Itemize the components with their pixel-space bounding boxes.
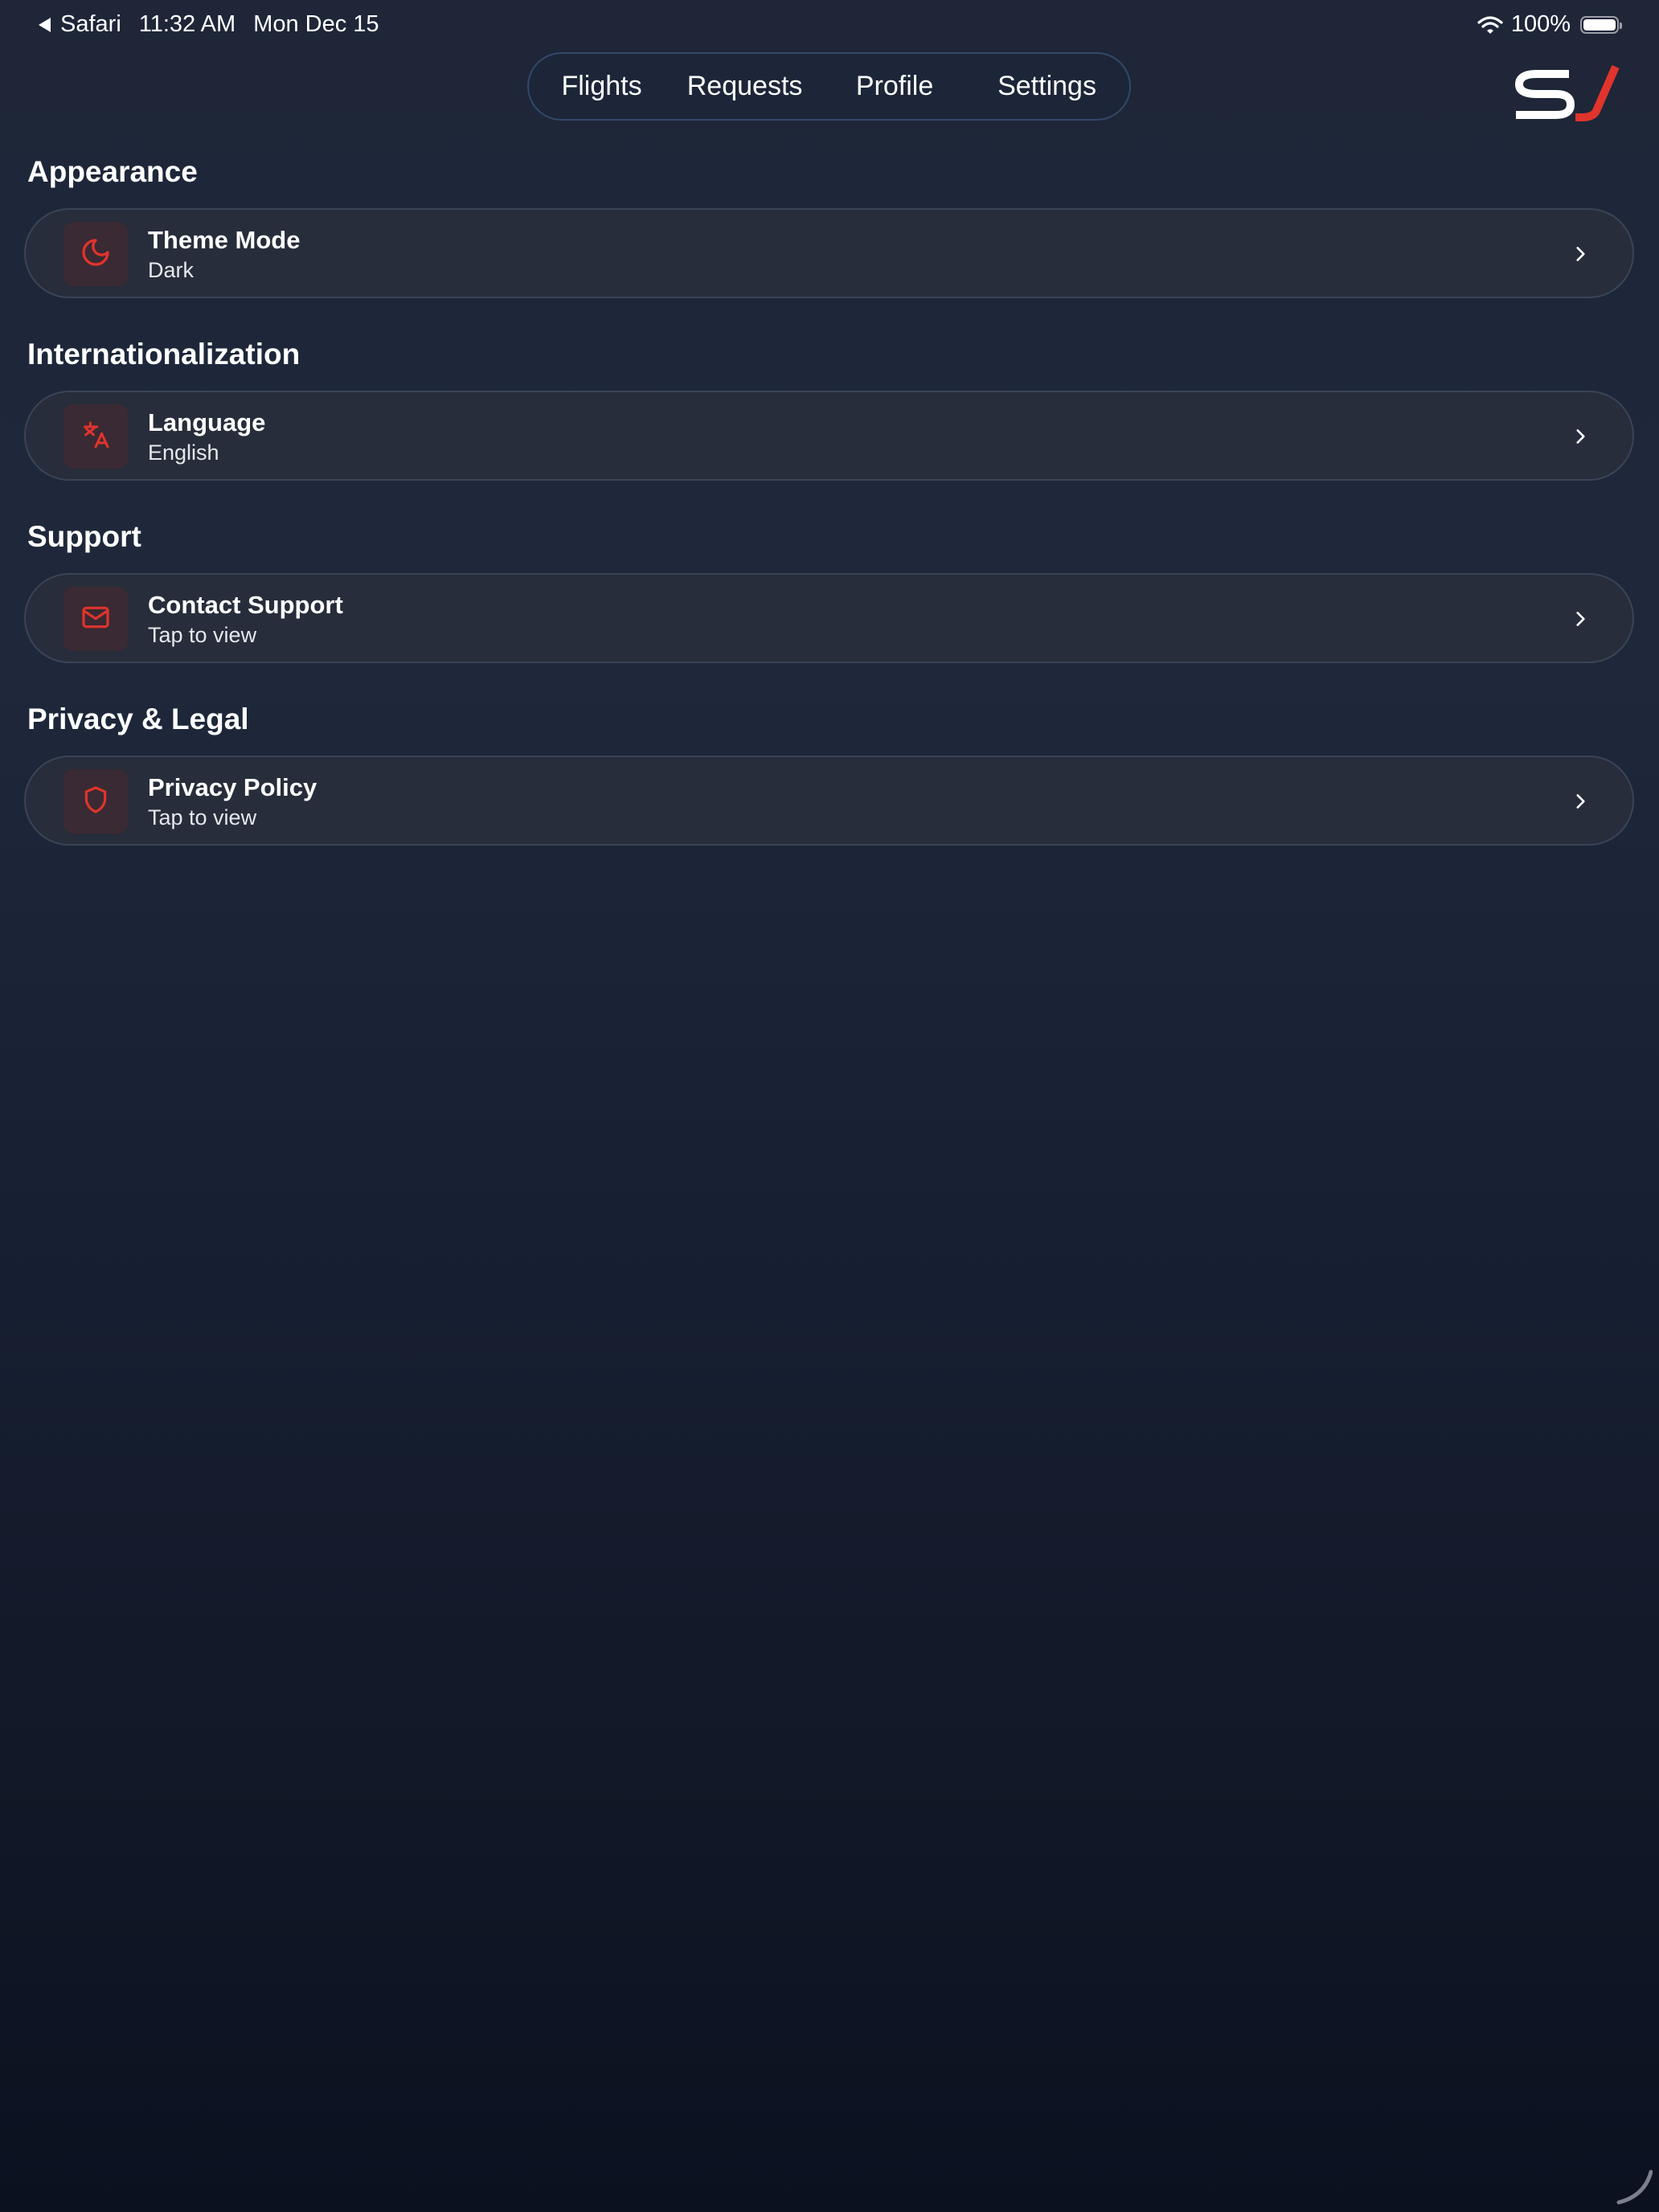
shield-icon	[80, 784, 112, 820]
chevron-right-icon	[1570, 791, 1591, 812]
tab-flights[interactable]: Flights	[534, 58, 670, 116]
status-time: 11:32 AM	[138, 11, 236, 37]
settings-item-language[interactable]: Language English	[24, 391, 1634, 481]
translate-icon	[80, 419, 112, 455]
tab-profile[interactable]: Profile	[820, 58, 969, 116]
settings-item-title: Theme Mode	[148, 226, 301, 254]
settings-item-title: Contact Support	[148, 591, 343, 619]
settings-item-value: Dark	[148, 258, 195, 282]
status-date: Mon Dec 15	[253, 11, 379, 37]
privacy-icon-tile	[63, 769, 128, 834]
section-heading-support: Support	[27, 520, 141, 553]
segmented-nav: Flights Requests Profile Settings	[527, 52, 1131, 121]
section-heading-internationalization: Internationalization	[27, 338, 301, 371]
settings-item-privacy-policy[interactable]: Privacy Policy Tap to view	[24, 756, 1634, 846]
battery-icon	[1580, 15, 1622, 34]
section-heading-privacy-legal: Privacy & Legal	[27, 703, 249, 735]
tab-settings[interactable]: Settings	[969, 58, 1124, 116]
settings-item-theme-mode[interactable]: Theme Mode Dark	[24, 208, 1634, 298]
theme-icon-tile	[63, 222, 128, 286]
support-icon-tile	[63, 587, 128, 651]
battery-level	[1583, 18, 1616, 31]
settings-item-value: Tap to view	[148, 623, 257, 647]
mail-icon	[80, 601, 112, 637]
section-heading-appearance: Appearance	[27, 155, 198, 188]
settings-item-value: English	[148, 440, 219, 465]
chevron-right-icon	[1570, 244, 1591, 264]
settings-item-title: Privacy Policy	[148, 773, 317, 801]
status-bar: Safari 11:32 AM Mon Dec 15 100%	[0, 0, 1659, 50]
tab-requests[interactable]: Requests	[670, 58, 820, 116]
resize-grabber-icon[interactable]	[1614, 2167, 1653, 2206]
settings-item-contact-support[interactable]: Contact Support Tap to view	[24, 573, 1634, 663]
settings-item-value: Tap to view	[148, 805, 257, 830]
wifi-icon	[1477, 15, 1503, 35]
moon-icon	[80, 236, 112, 272]
battery-percent: 100%	[1510, 11, 1571, 37]
back-to-app-label[interactable]: Safari	[60, 11, 121, 38]
language-icon-tile	[63, 404, 128, 469]
back-arrow-icon[interactable]	[39, 17, 51, 32]
status-bar-right: 100%	[1477, 11, 1622, 38]
status-bar-left: Safari 11:32 AM Mon Dec 15	[39, 11, 379, 38]
chevron-right-icon	[1570, 426, 1591, 447]
chevron-right-icon	[1570, 608, 1591, 629]
app-logo	[1513, 64, 1622, 122]
battery-cap	[1620, 22, 1622, 29]
settings-item-title: Language	[148, 408, 266, 436]
